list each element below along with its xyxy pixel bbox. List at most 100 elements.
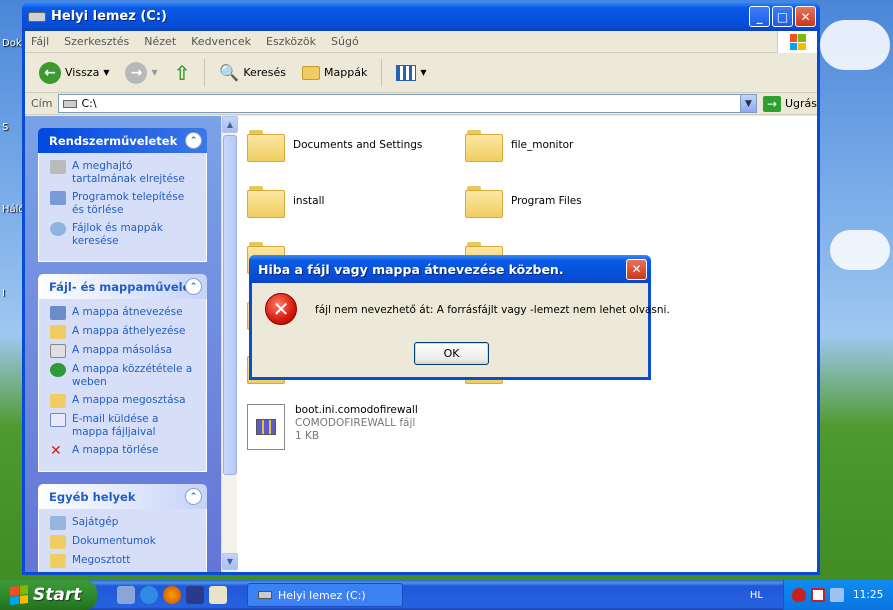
- folders-button[interactable]: Mappák: [296, 58, 373, 88]
- chevron-down-icon[interactable]: ▼: [151, 68, 157, 77]
- firewall-icon[interactable]: [811, 588, 825, 602]
- internet-explorer-icon[interactable]: [140, 586, 158, 604]
- task-link[interactable]: A mappa átnevezése: [50, 306, 198, 320]
- task-link[interactable]: A mappa megosztása: [50, 394, 198, 408]
- error-dialog: Hiba a fájl vagy mappa átnevezése közben…: [249, 255, 670, 380]
- folders-icon: [302, 65, 321, 80]
- chevron-down-icon[interactable]: ▼: [420, 68, 426, 77]
- start-button[interactable]: Start: [0, 580, 97, 610]
- scroll-down-icon[interactable]: ▼: [222, 553, 238, 570]
- email-icon: [50, 413, 66, 427]
- task-label: Megosztott: [72, 554, 131, 566]
- collapse-icon[interactable]: ⌃: [185, 132, 202, 149]
- title-bar[interactable]: Helyi lemez (C:) _ □ ✕: [22, 2, 820, 31]
- task-label: A mappa másolása: [72, 344, 173, 356]
- collapse-icon[interactable]: ⌃: [185, 488, 202, 505]
- folder-item[interactable]: Documents and Settings: [247, 130, 422, 162]
- menu-favorites[interactable]: Kedvencek: [191, 35, 251, 48]
- cloud: [820, 20, 890, 70]
- address-label: Cím: [31, 97, 53, 110]
- views-icon: [396, 64, 417, 81]
- save-icon[interactable]: [186, 586, 204, 604]
- task-link[interactable]: A meghajtó tartalmának elrejtése: [50, 160, 198, 186]
- taskbar: Start Helyi lemez (C:) HL 11:25: [0, 580, 893, 610]
- forward-button[interactable]: → ▼: [119, 58, 163, 88]
- folder-icon: [465, 130, 503, 162]
- task-link[interactable]: Megosztott: [50, 554, 198, 568]
- my-computer-icon: [50, 516, 66, 530]
- scroll-thumb[interactable]: [223, 135, 237, 475]
- ok-button[interactable]: OK: [414, 342, 489, 365]
- menu-edit[interactable]: Szerkesztés: [64, 35, 129, 48]
- minimize-button[interactable]: _: [749, 6, 770, 27]
- panel-title: Rendszerműveletek: [49, 133, 178, 148]
- network-icon[interactable]: [830, 588, 844, 602]
- dialog-title-bar[interactable]: Hiba a fájl vagy mappa átnevezése közben…: [249, 255, 651, 283]
- desktop-icon-label[interactable]: S: [2, 122, 8, 133]
- close-icon[interactable]: ✕: [626, 258, 647, 280]
- file-icon: [247, 404, 285, 450]
- system-tray: 11:25: [783, 580, 893, 610]
- menu-file[interactable]: Fájl: [31, 35, 49, 48]
- search-button[interactable]: 🔍 Keresés: [213, 58, 292, 88]
- language-indicator[interactable]: HL: [750, 590, 763, 601]
- vertical-scrollbar[interactable]: ▲ ▼: [221, 116, 238, 572]
- task-link[interactable]: Sajátgép: [50, 516, 198, 530]
- security-shield-icon[interactable]: [792, 588, 806, 602]
- file-name: install: [293, 195, 325, 207]
- app-icon[interactable]: [117, 586, 135, 604]
- close-button[interactable]: ✕: [795, 6, 816, 27]
- folder-up-icon: ⇧: [173, 60, 191, 85]
- task-label: A mappa törlése: [72, 444, 159, 456]
- folder-icon: [465, 186, 503, 218]
- taskbar-item-explorer[interactable]: Helyi lemez (C:): [247, 583, 403, 607]
- up-button[interactable]: ⇧: [168, 58, 197, 88]
- folder-item[interactable]: Program Files: [465, 186, 582, 218]
- publish-web-icon: [50, 363, 66, 377]
- folder-item[interactable]: install: [247, 186, 325, 218]
- menu-help[interactable]: Súgó: [331, 35, 359, 48]
- task-link[interactable]: Dokumentumok: [50, 535, 198, 549]
- share-icon: [50, 394, 66, 408]
- desktop-icon-label[interactable]: I: [2, 288, 5, 299]
- file-item[interactable]: boot.ini.comodofirewall COMODOFIREWALL f…: [247, 404, 418, 450]
- task-link[interactable]: A mappa másolása: [50, 344, 198, 358]
- panel-header[interactable]: Fájl- és mappaművelet ⌃: [38, 274, 207, 299]
- task-label: A mappa áthelyezése: [72, 325, 186, 337]
- task-link[interactable]: Fájlok és mappák keresése: [50, 222, 198, 248]
- back-button[interactable]: ← Vissza ▼: [33, 58, 115, 88]
- panel-title: Fájl- és mappaművelet: [49, 279, 196, 294]
- address-input[interactable]: C:\ ▼: [58, 94, 757, 113]
- folder-item[interactable]: file_monitor: [465, 130, 573, 162]
- views-button[interactable]: ▼: [390, 58, 432, 88]
- task-label: Sajátgép: [72, 516, 119, 528]
- task-link[interactable]: Programok telepítése és törlése: [50, 191, 198, 217]
- notepad-icon[interactable]: [209, 586, 227, 604]
- address-bar: Cím C:\ ▼ → Ugrás: [25, 93, 817, 115]
- maximize-button[interactable]: □: [772, 6, 793, 27]
- chevron-down-icon[interactable]: ▼: [739, 95, 756, 112]
- task-label: A meghajtó tartalmának elrejtése: [72, 160, 185, 185]
- folder-icon: [247, 186, 285, 218]
- task-link[interactable]: A mappa áthelyezése: [50, 325, 198, 339]
- desktop-icon-label[interactable]: Dok: [2, 38, 22, 49]
- back-label: Vissza: [65, 66, 100, 79]
- scroll-up-icon[interactable]: ▲: [222, 116, 238, 133]
- task-link[interactable]: E-mail küldése a mappa fájljaival: [50, 413, 198, 439]
- menu-view[interactable]: Nézet: [144, 35, 176, 48]
- panel-header[interactable]: Rendszerműveletek ⌃: [38, 128, 207, 153]
- collapse-icon[interactable]: ⌃: [185, 278, 202, 295]
- menu-tools[interactable]: Eszközök: [266, 35, 316, 48]
- add-remove-programs-icon: [50, 191, 66, 205]
- task-label: E-mail küldése a mappa fájljaival: [72, 413, 159, 438]
- panel-header[interactable]: Egyéb helyek ⌃: [38, 484, 207, 509]
- task-link[interactable]: A mappa közzététele a weben: [50, 363, 198, 389]
- window-title: Helyi lemez (C:): [51, 9, 167, 24]
- task-label: A mappa közzététele a weben: [72, 363, 193, 388]
- firefox-icon[interactable]: [163, 586, 181, 604]
- go-button[interactable]: → Ugrás: [762, 95, 817, 112]
- chevron-down-icon[interactable]: ▼: [103, 68, 109, 77]
- task-link[interactable]: ✕ A mappa törlése: [50, 444, 198, 458]
- menu-bar: Fájl Szerkesztés Nézet Kedvencek Eszközö…: [25, 31, 817, 53]
- delete-icon: ✕: [50, 443, 62, 459]
